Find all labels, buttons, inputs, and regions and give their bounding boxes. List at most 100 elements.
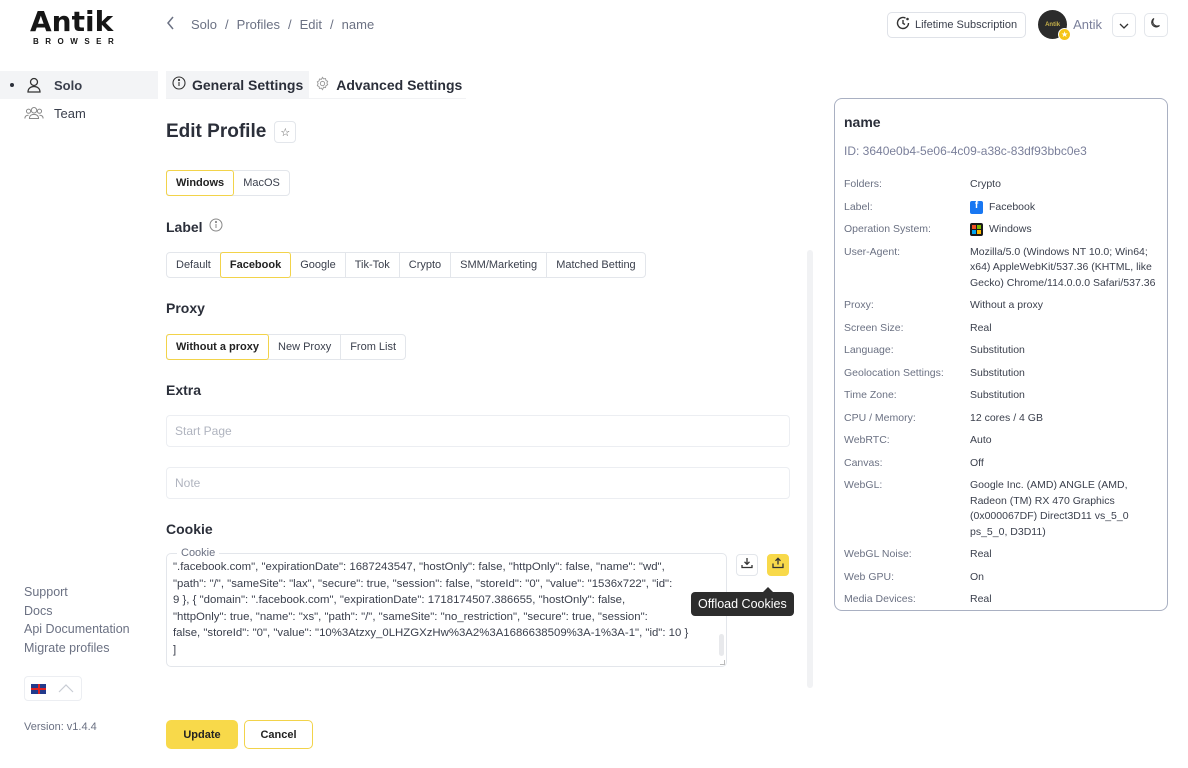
- detail-row: Time Zone: Substitution: [844, 388, 1160, 404]
- breadcrumb-solo[interactable]: Solo: [191, 17, 217, 32]
- sidebar-item-label: Solo: [54, 77, 83, 93]
- header-actions: Lifetime Subscription Antik ★ Antik: [886, 10, 1168, 41]
- label-option-crypto[interactable]: Crypto: [400, 253, 452, 277]
- label-option-google[interactable]: Google: [291, 253, 346, 277]
- os-option-windows[interactable]: Windows: [166, 170, 235, 196]
- migrate-profiles-link[interactable]: Migrate profiles: [24, 639, 130, 658]
- breadcrumb-profiles[interactable]: Profiles: [237, 17, 280, 32]
- logo-subtitle: BROWSER: [33, 37, 121, 46]
- avatar[interactable]: Antik ★: [1038, 10, 1072, 41]
- detail-row: Folders: Crypto: [844, 177, 1160, 193]
- os-selector: Windows MacOS: [166, 170, 290, 196]
- label-option-default[interactable]: Default: [167, 253, 221, 277]
- back-chevron-icon[interactable]: [166, 16, 175, 33]
- facebook-icon: f: [970, 200, 983, 214]
- proxy-option-new[interactable]: New Proxy: [269, 335, 342, 359]
- start-page-input[interactable]: [166, 415, 790, 447]
- gear-icon: [315, 76, 330, 94]
- detail-value: Google Inc. (AMD) ANGLE (AMD, Radeon (TM…: [970, 479, 1129, 538]
- detail-value: Real: [970, 548, 992, 560]
- cookie-textarea[interactable]: Cookie ".facebook.com", "expirationDate"…: [166, 547, 727, 667]
- detail-value: Substitution: [970, 344, 1025, 356]
- docs-link[interactable]: Docs: [24, 602, 130, 621]
- moon-icon: [1150, 16, 1162, 34]
- os-option-macos[interactable]: MacOS: [234, 171, 289, 195]
- api-docs-link[interactable]: Api Documentation: [24, 620, 130, 639]
- cancel-button[interactable]: Cancel: [244, 720, 313, 749]
- proxy-heading: Proxy: [166, 300, 205, 316]
- detail-key: Web GPU:: [844, 570, 894, 583]
- extra-heading: Extra: [166, 382, 202, 398]
- upload-icon: [772, 556, 784, 574]
- star-badge-icon: ★: [1058, 28, 1072, 41]
- label-option-smm-marketing[interactable]: SMM/Marketing: [451, 253, 548, 277]
- tabs-divider: [166, 98, 466, 99]
- theme-toggle-button[interactable]: [1144, 12, 1168, 37]
- tab-general-settings[interactable]: General Settings: [166, 71, 310, 98]
- detail-value: Real: [970, 321, 992, 334]
- uk-flag-icon: [31, 683, 46, 694]
- proxy-option-without[interactable]: Without a proxy: [166, 334, 270, 360]
- label-option-facebook[interactable]: Facebook: [219, 252, 292, 278]
- label-heading: Label: [166, 218, 223, 235]
- detail-row: Geolocation Settings: Substitution: [844, 366, 1160, 382]
- language-selector[interactable]: [24, 676, 82, 701]
- page-title-row: Edit Profile ☆: [166, 121, 297, 143]
- detail-row: Media Devices: Real: [844, 592, 1160, 608]
- detail-key: User-Agent:: [844, 245, 901, 258]
- resize-handle-icon[interactable]: [720, 660, 725, 665]
- app-logo[interactable]: Antik BROWSER: [30, 8, 126, 48]
- favorite-button[interactable]: ☆: [274, 121, 297, 143]
- detail-value: Real: [970, 593, 992, 605]
- star-icon: ☆: [280, 126, 291, 139]
- detail-row: Proxy: Without a proxy: [844, 298, 1160, 314]
- offload-cookies-button[interactable]: [767, 554, 789, 576]
- detail-row: Label: f Facebook: [844, 200, 1160, 216]
- breadcrumb-edit[interactable]: Edit: [300, 17, 322, 32]
- detail-row: Web GPU: On: [844, 570, 1160, 586]
- sidebar-links: Support Docs Api Documentation Migrate p…: [24, 583, 130, 657]
- update-button[interactable]: Update: [166, 720, 238, 749]
- label-option-matched-betting[interactable]: Matched Betting: [547, 253, 645, 277]
- chevron-up-icon: [58, 680, 74, 698]
- clock-icon: [896, 16, 910, 33]
- sidebar-item-solo[interactable]: Solo: [0, 71, 158, 99]
- note-input[interactable]: [166, 467, 790, 499]
- sidebar-item-team[interactable]: Team: [0, 99, 158, 127]
- profile-summary-card: name ID: 3640e0b4-5e06-4c09-a38c-83df93b…: [834, 98, 1168, 611]
- import-cookies-button[interactable]: [736, 554, 758, 576]
- logo-text: Antik: [30, 5, 114, 38]
- detail-key: Canvas:: [844, 456, 883, 469]
- info-icon[interactable]: [209, 218, 223, 235]
- detail-row: Canvas: Off: [844, 456, 1160, 472]
- detail-row: Screen Size: Real: [844, 321, 1160, 337]
- detail-key: Geolocation Settings:: [844, 366, 944, 379]
- detail-row: WebGL Noise: Real: [844, 547, 1160, 563]
- info-icon: [172, 76, 186, 93]
- detail-key: Language:: [844, 344, 894, 356]
- detail-key: WebRTC:: [844, 434, 890, 446]
- main-scrollbar[interactable]: [807, 250, 813, 688]
- detail-key: CPU / Memory:: [844, 411, 916, 424]
- support-link[interactable]: Support: [24, 583, 130, 602]
- proxy-option-from-list[interactable]: From List: [341, 335, 405, 359]
- cookie-scrollbar[interactable]: [719, 634, 724, 656]
- user-menu-button[interactable]: [1112, 12, 1136, 37]
- app-version: Version: v1.4.4: [24, 721, 97, 733]
- cookie-textarea-content[interactable]: ".facebook.com", "expirationDate": 16872…: [173, 559, 716, 662]
- user-name[interactable]: Antik: [1073, 17, 1102, 32]
- tab-advanced-settings[interactable]: Advanced Settings: [309, 71, 468, 98]
- breadcrumb: Solo / Profiles / Edit / name: [166, 16, 374, 33]
- breadcrumb-current: name: [341, 17, 375, 32]
- sidebar-nav: Solo Team: [0, 71, 158, 127]
- detail-key: Proxy:: [844, 299, 874, 311]
- cookie-field-label: Cookie: [177, 547, 220, 559]
- detail-row: Language: Substitution: [844, 343, 1160, 359]
- download-icon: [741, 556, 753, 574]
- profile-details: Folders: Crypto Label: f Facebook Operation S…: [844, 177, 1160, 615]
- detail-value: Auto: [970, 434, 992, 446]
- subscription-button[interactable]: Lifetime Subscription: [886, 11, 1027, 38]
- label-option-tiktok[interactable]: Tik-Tok: [346, 253, 400, 277]
- detail-row: Operation System: Windows: [844, 222, 1160, 238]
- detail-value: Substitution: [970, 366, 1025, 379]
